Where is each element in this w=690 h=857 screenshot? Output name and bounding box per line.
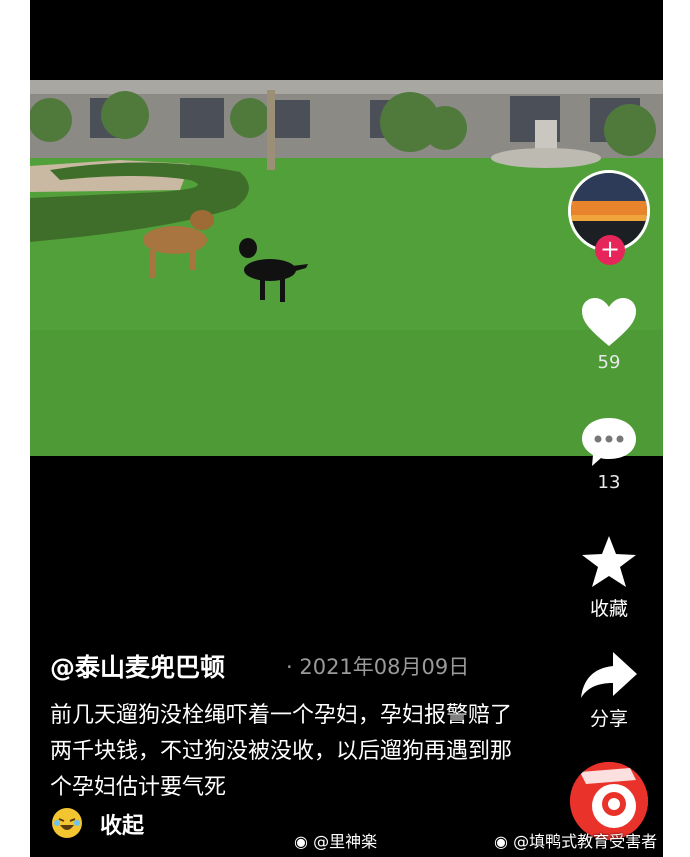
comment-bubble-icon bbox=[582, 418, 636, 466]
watermark-left: ◉ @里神楽 bbox=[294, 828, 377, 852]
watermark-right-text: @填鸭式教育受害者 bbox=[513, 832, 658, 851]
video-player[interactable] bbox=[30, 80, 663, 456]
heart-icon bbox=[582, 298, 636, 346]
favorite-button[interactable]: 收藏 bbox=[578, 534, 640, 621]
post-caption: 前几天遛狗没栓绳吓着一个孕妇，孕妇报警赔了两千块钱，不过狗没被没收，以后遛狗再遇… bbox=[50, 703, 513, 800]
plus-icon: + bbox=[599, 235, 621, 263]
video-frame bbox=[30, 80, 663, 456]
comment-count: 13 bbox=[597, 472, 621, 493]
laughing-emoji-icon bbox=[52, 808, 82, 838]
weibo-icon: ◉ bbox=[494, 832, 508, 851]
watermark-right: ◉ @填鸭式教育受害者 bbox=[494, 828, 657, 852]
collapse-caption-button[interactable]: 收起 bbox=[100, 808, 144, 840]
share-label: 分享 bbox=[589, 708, 628, 730]
watermark-left-text: @里神楽 bbox=[313, 832, 378, 851]
weibo-icon: ◉ bbox=[294, 832, 308, 851]
share-button[interactable]: 分享 bbox=[578, 650, 640, 731]
post-date: · 2021年08月09日 bbox=[286, 655, 470, 679]
video-post-screen: + 59 13 收藏 分享 @泰山麦兜巴顿 · 2021年08月09日 前几天遛… bbox=[30, 0, 663, 857]
like-button[interactable]: 59 bbox=[578, 296, 640, 373]
follow-button[interactable]: + bbox=[595, 235, 625, 265]
author-handle[interactable]: @泰山麦兜巴顿 bbox=[50, 648, 225, 684]
favorite-label: 收藏 bbox=[589, 598, 628, 620]
share-arrow-icon bbox=[581, 652, 637, 698]
star-icon bbox=[582, 536, 636, 587]
comment-button[interactable]: 13 bbox=[578, 416, 640, 493]
like-count: 59 bbox=[597, 352, 621, 373]
